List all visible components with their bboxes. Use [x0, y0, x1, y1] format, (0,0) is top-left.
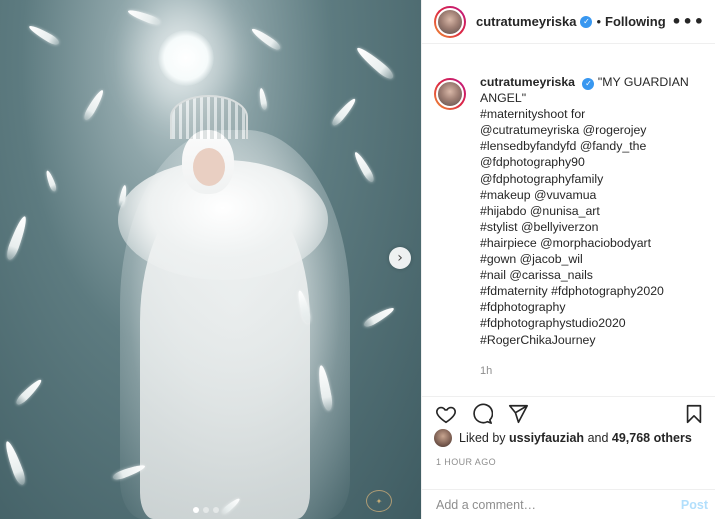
caption-line: #fdphotographystudio2020 [480, 316, 626, 331]
likes-summary: Liked by ussiyfauziah and 49,768 others [434, 429, 692, 447]
photographer-watermark-logo: ✦ [366, 490, 392, 512]
feather [4, 214, 30, 262]
caption-line: #nail @carissa_nails [480, 268, 593, 283]
share-icon[interactable] [506, 402, 530, 426]
post-comment-button[interactable]: Post [681, 498, 708, 512]
feather [352, 150, 376, 184]
sun-light [158, 30, 214, 86]
feather [44, 169, 58, 193]
feather [362, 305, 396, 329]
caption-line: #fdmaternity #fdphotography2020 [480, 284, 664, 299]
chevron-right-icon: › [397, 250, 403, 266]
post-caption: cutratumeyriska ✓ "MY GUARDIAN ANGEL" #m… [480, 74, 689, 390]
caption-line: #lensedbyfandyfd @fandy_the [480, 139, 647, 154]
carousel-dot [193, 507, 199, 513]
liker-username[interactable]: ussiyfauziah [509, 431, 584, 445]
author-username[interactable]: cutratumeyriska [476, 14, 576, 29]
caption-author-avatar[interactable] [434, 78, 466, 110]
caption-line: #stylist @bellyiverzon [480, 219, 599, 234]
feather [330, 96, 358, 128]
caption-line: #hairpiece @morphaciobodyart [480, 235, 652, 250]
carousel-dots [193, 507, 219, 513]
following-button[interactable]: Following [605, 14, 666, 29]
caption-line: ANGEL" [480, 91, 527, 106]
caption-line: #makeup @vuvamua [480, 187, 597, 202]
post-header: cutratumeyriska ✓ • Following ••• [422, 0, 715, 44]
more-options-icon[interactable]: ••• [671, 12, 705, 31]
caption-username[interactable]: cutratumeyriska [480, 75, 575, 89]
post-timestamp[interactable]: 1 HOUR AGO [436, 457, 496, 467]
add-comment-bar: Post [422, 489, 715, 519]
post-photo[interactable]: › ✦ [0, 0, 421, 519]
feather [14, 377, 44, 407]
next-photo-button[interactable]: › [389, 247, 411, 269]
caption-line: #hijabdo @nunisa_art [480, 203, 600, 218]
author-avatar[interactable] [434, 5, 466, 38]
headpiece-crown [170, 95, 248, 139]
liker-avatar[interactable] [434, 429, 452, 447]
feather [2, 439, 28, 487]
comments-area: cutratumeyriska ✓ "MY GUARDIAN ANGEL" #m… [422, 44, 715, 390]
caption-time: 1h [480, 364, 493, 377]
bookmark-icon[interactable] [682, 402, 706, 426]
caption-line: #maternityshoot for [480, 107, 586, 122]
caption-line: #fdphotography [480, 300, 566, 315]
carousel-dot [213, 507, 219, 513]
feather [258, 87, 268, 111]
face [193, 148, 225, 186]
action-bar [422, 396, 715, 426]
caption-line: cutratumeyriska ✓ "MY GUARDIAN [480, 75, 689, 91]
caption-line: @fdphotographyfamily [480, 171, 604, 186]
carousel-dot [203, 507, 209, 513]
feather [27, 23, 61, 47]
post-side-panel: cutratumeyriska ✓ • Following ••• cutrat… [421, 0, 715, 519]
likes-count-link[interactable]: 49,768 others [612, 431, 692, 445]
caption-line: @cutratumeyriska @rogerojey [480, 123, 647, 138]
comment-input[interactable] [436, 497, 681, 512]
verified-badge-icon: ✓ [580, 15, 593, 28]
feather [82, 88, 106, 122]
caption-line: @fdphotography90 [480, 155, 585, 170]
verified-badge-icon: ✓ [582, 78, 595, 91]
caption-line: #gown @jacob_wil [480, 252, 583, 267]
feather [249, 25, 283, 53]
separator-dot: • [596, 14, 602, 29]
feather [126, 7, 162, 27]
heart-icon[interactable] [434, 402, 458, 426]
caption-line: #RogerChikaJourney [480, 332, 596, 347]
comment-icon[interactable] [470, 402, 494, 426]
feather [354, 44, 396, 82]
